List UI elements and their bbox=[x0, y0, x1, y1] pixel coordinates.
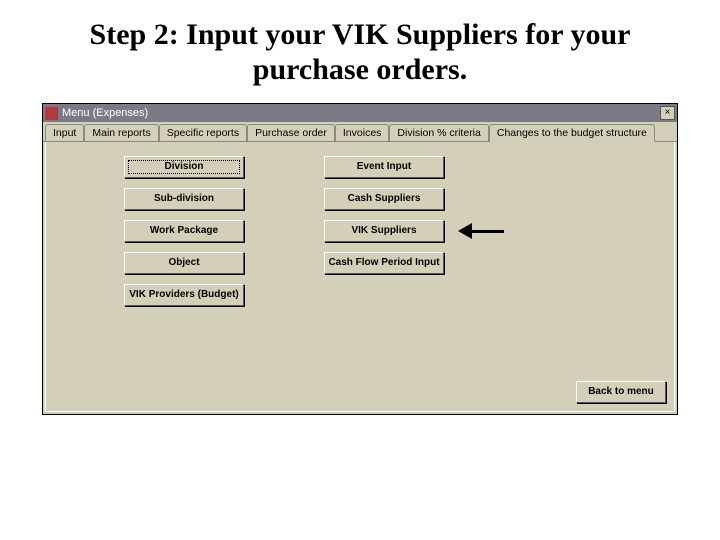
back-to-menu-button[interactable]: Back to menu bbox=[576, 381, 666, 403]
event-input-button[interactable]: Event Input bbox=[324, 156, 444, 178]
close-icon[interactable]: × bbox=[660, 106, 675, 120]
slide-title: Step 2: Input your VIK Suppliers for you… bbox=[0, 0, 720, 97]
window-title: Menu (Expenses) bbox=[62, 107, 660, 119]
division-button[interactable]: Division bbox=[124, 156, 244, 178]
tab-purchase-order[interactable]: Purchase order bbox=[247, 124, 335, 141]
tab-changes-budget-structure[interactable]: Changes to the budget structure bbox=[489, 124, 655, 142]
work-package-button[interactable]: Work Package bbox=[124, 220, 244, 242]
titlebar: Menu (Expenses) × bbox=[43, 104, 677, 122]
tab-body: Division Sub-division Work Package Objec… bbox=[45, 142, 675, 412]
tab-invoices[interactable]: Invoices bbox=[335, 124, 390, 141]
cash-flow-period-input-button[interactable]: Cash Flow Period Input bbox=[324, 252, 444, 274]
object-button[interactable]: Object bbox=[124, 252, 244, 274]
arrow-left-icon bbox=[460, 223, 504, 239]
tab-specific-reports[interactable]: Specific reports bbox=[159, 124, 247, 141]
app-window: Menu (Expenses) × Input Main reports Spe… bbox=[42, 103, 678, 415]
tab-input[interactable]: Input bbox=[45, 124, 84, 141]
vik-suppliers-button[interactable]: VIK Suppliers bbox=[324, 220, 444, 242]
tab-strip: Input Main reports Specific reports Purc… bbox=[43, 122, 677, 142]
app-icon bbox=[45, 107, 58, 120]
tab-division-criteria[interactable]: Division % criteria bbox=[389, 124, 488, 141]
cash-suppliers-button[interactable]: Cash Suppliers bbox=[324, 188, 444, 210]
sub-division-button[interactable]: Sub-division bbox=[124, 188, 244, 210]
tab-main-reports[interactable]: Main reports bbox=[84, 124, 158, 141]
vik-providers-budget-button[interactable]: VIK Providers (Budget) bbox=[124, 284, 244, 306]
